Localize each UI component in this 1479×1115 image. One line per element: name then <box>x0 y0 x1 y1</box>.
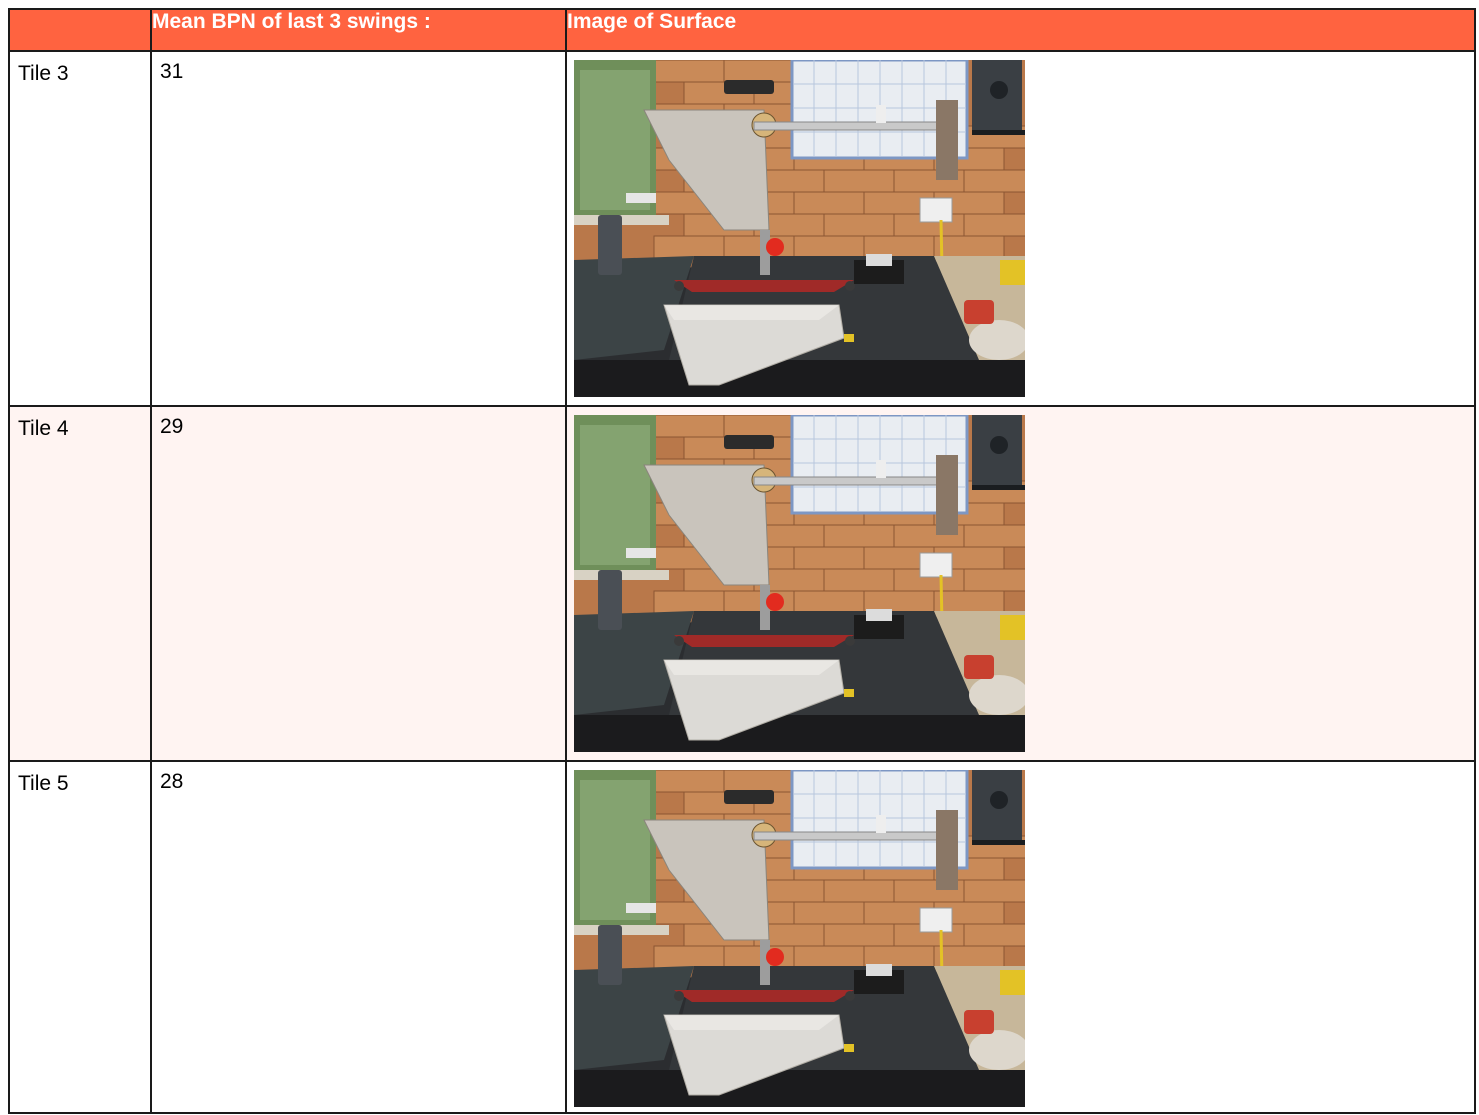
bpn-value: 28 <box>150 760 567 1114</box>
table-header-row: Mean BPN of last 3 swings : Image of Sur… <box>8 8 1476 52</box>
tile-label: Tile 4 <box>8 405 152 762</box>
surface-photo <box>574 415 1025 752</box>
header-tile <box>8 8 152 52</box>
table-row: Tile 3 31 <box>8 50 1476 407</box>
header-image: Image of Surface <box>565 8 1476 52</box>
bpn-value: 31 <box>150 50 567 407</box>
table-row: Tile 4 29 <box>8 405 1476 762</box>
header-mean-bpn: Mean BPN of last 3 swings : <box>150 8 567 52</box>
tile-label: Tile 5 <box>8 760 152 1114</box>
table-row: Tile 5 28 <box>8 760 1476 1114</box>
surface-photo <box>574 770 1025 1107</box>
surface-photo <box>574 60 1025 397</box>
tile-label: Tile 3 <box>8 50 152 407</box>
results-table: Mean BPN of last 3 swings : Image of Sur… <box>8 8 1476 1114</box>
bpn-value: 29 <box>150 405 567 762</box>
